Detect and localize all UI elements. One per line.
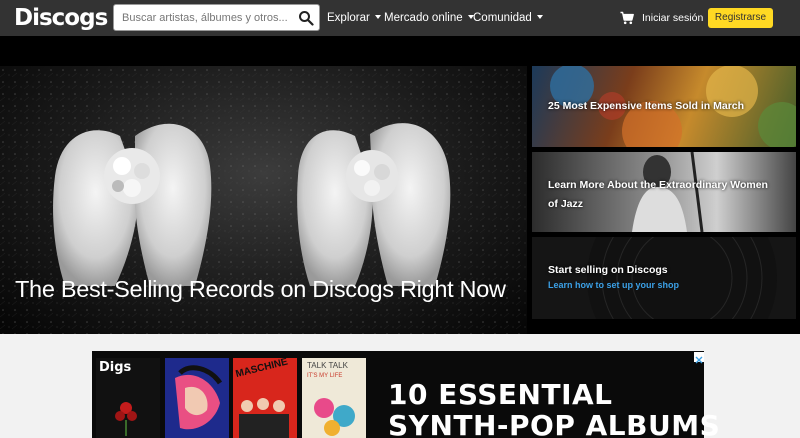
- side-card-title: 25 Most Expensive Items Sold in March: [548, 100, 745, 112]
- side-card-title: Start selling on Discogs: [548, 264, 668, 276]
- nav-explorar[interactable]: Explorar: [327, 0, 381, 36]
- chevron-down-icon: [536, 14, 543, 19]
- search-box[interactable]: [113, 4, 320, 31]
- nav-comunidad-label: Comunidad: [473, 12, 532, 24]
- nav-mercado-online[interactable]: Mercado online: [384, 0, 474, 36]
- nav-comunidad[interactable]: Comunidad: [473, 0, 543, 36]
- nav-mercado-online-label: Mercado online: [384, 12, 463, 24]
- top-navigation-bar: Discogs Explorar Mercado online Comunida…: [0, 0, 800, 36]
- register-button[interactable]: Registrarse: [708, 8, 773, 28]
- side-card-women-of-jazz[interactable]: Learn More About the Extraordinary Women…: [532, 152, 796, 232]
- side-card-title: Learn More About the Extraordinary Women…: [548, 179, 768, 210]
- shop-setup-link[interactable]: Learn how to set up your shop: [548, 280, 679, 290]
- cart-icon[interactable]: [620, 11, 634, 25]
- album-cover-violator: Digs: [96, 358, 160, 438]
- side-card-expensive-items[interactable]: 25 Most Expensive Items Sold in March: [532, 66, 796, 147]
- nav-explorar-label: Explorar: [327, 12, 370, 24]
- ad-close-icon[interactable]: [694, 352, 704, 364]
- ad-headline[interactable]: 10 ESSENTIAL SYNTH-POP ALBUMS: [388, 379, 720, 438]
- hero-title[interactable]: The Best-Selling Records on Discogs Righ…: [15, 276, 506, 303]
- chevron-down-icon: [374, 14, 381, 19]
- ad-headline-line2: SYNTH-POP ALBUMS: [388, 409, 721, 438]
- side-card-start-selling[interactable]: Start selling on Discogs Learn how to se…: [532, 237, 796, 319]
- album-cover-rio: [165, 358, 229, 438]
- album-cover-its-my-life: TALK TALK IT'S MY LIFE: [302, 358, 366, 438]
- discogs-logo[interactable]: Discogs: [14, 4, 108, 32]
- vinyl-record-image: [587, 237, 777, 319]
- search-icon[interactable]: [298, 10, 314, 26]
- ad-headline-line1: 10 ESSENTIAL: [388, 378, 613, 411]
- search-input[interactable]: [122, 8, 294, 27]
- login-link[interactable]: Iniciar sesión: [642, 0, 703, 36]
- album-cover-die-mensch-maschine: MASCHINE: [233, 357, 297, 438]
